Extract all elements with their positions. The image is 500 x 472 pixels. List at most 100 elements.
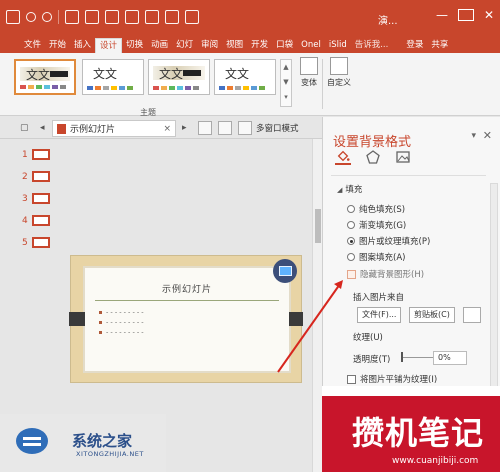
add-tab-icon[interactable] (198, 121, 212, 135)
quick-access-toolbar (6, 10, 199, 24)
pane-close-icon[interactable]: ✕ (483, 129, 492, 142)
tab-file[interactable]: 文件 (20, 38, 45, 53)
slide-number: 5 (22, 237, 28, 248)
pane-category-icons (335, 149, 411, 165)
pptx-file-icon (57, 123, 66, 134)
settings-icon[interactable] (218, 121, 232, 135)
tab-home[interactable]: 开始 (45, 38, 70, 53)
redo-icon[interactable] (42, 12, 52, 22)
close-tab-icon[interactable]: × (163, 124, 171, 134)
tab-animations[interactable]: 动画 (147, 38, 172, 53)
current-slide[interactable]: 示例幻灯片 - - - - - - - - - - - - - - - - - … (69, 255, 303, 383)
radio-circle-selected (347, 237, 355, 245)
theme-thumbnail[interactable]: 文文 (14, 59, 76, 95)
tab-onekey[interactable]: Onel (297, 38, 325, 53)
slide-content: 示例幻灯片 - - - - - - - - - - - - - - - - - … (83, 266, 291, 373)
document-tab-title: 示例幻灯片 (70, 125, 116, 135)
slide-number: 3 (22, 193, 28, 204)
theme-label: 文文 (93, 67, 118, 81)
fill-section-label: 填充 (345, 185, 363, 195)
title-bar: 演... — ✕ (0, 0, 500, 36)
slide-thumbnail[interactable]: 1 (22, 149, 50, 160)
document-tab[interactable]: 示例幻灯片 × (52, 120, 176, 137)
pentagon-effects-icon[interactable] (365, 149, 381, 165)
gradient-fill-radio[interactable]: 渐变填充(G) (347, 219, 406, 231)
slide-preview (32, 171, 50, 182)
slideshow-icon[interactable] (65, 10, 79, 24)
editor-scrollbar[interactable] (312, 139, 322, 472)
undo-icon[interactable] (26, 12, 36, 22)
solid-fill-radio[interactable]: 纯色填充(S) (347, 203, 405, 215)
slide-title[interactable]: 示例幻灯片 (85, 282, 289, 295)
gear-icon[interactable] (238, 121, 252, 135)
format-icon[interactable] (125, 10, 139, 24)
tab-developer[interactable]: 开发 (247, 38, 272, 53)
theme-label: 文文 (225, 67, 250, 81)
nav-left-icon[interactable]: ▢ (20, 123, 29, 133)
arrange-icon[interactable] (165, 10, 179, 24)
chevron-right-icon[interactable]: ▸ (182, 123, 187, 133)
slide-number: 2 (22, 171, 28, 182)
brush-accent (183, 70, 201, 76)
tell-me-search[interactable]: 告诉我... (351, 38, 393, 53)
theme-thumbnail[interactable]: 文文 (214, 59, 276, 95)
pattern-fill-radio[interactable]: 图案填充(A) (347, 251, 405, 263)
slide-thumbnail[interactable]: 4 (22, 215, 50, 226)
picture-icon[interactable] (395, 149, 411, 165)
transparency-input[interactable]: 0% (433, 351, 467, 365)
hide-background-graphics-checkbox[interactable]: 隐藏背景图形(H) (347, 268, 424, 280)
paint-bucket-icon[interactable] (335, 149, 351, 165)
tab-transitions[interactable]: 切换 (122, 38, 147, 53)
theme-gallery-scroll[interactable]: ▲ ▼ ▾ (280, 59, 292, 107)
pattern-fill-label: 图案填充(A) (359, 253, 406, 263)
slide-thumbnail[interactable]: 5 (22, 237, 50, 248)
customize-button[interactable]: 自定义 (326, 57, 352, 88)
variants-button[interactable]: 变体 (296, 57, 322, 88)
close-window-icon[interactable]: ✕ (484, 8, 494, 22)
slide-thumbnail[interactable]: 2 (22, 171, 50, 182)
tab-islide[interactable]: iSlid (325, 38, 351, 53)
picture-fill-radio[interactable]: 图片或纹理填充(P) (347, 235, 430, 247)
align-icon[interactable] (185, 10, 199, 24)
tab-pocket[interactable]: 口袋 (272, 38, 297, 53)
radio-circle (347, 205, 355, 213)
multi-window-mode[interactable]: 多窗口模式 (256, 122, 299, 134)
tab-review[interactable]: 审阅 (197, 38, 222, 53)
tile-as-texture-checkbox[interactable]: 将图片平铺为纹理(I) (347, 373, 437, 385)
collapse-triangle-icon: ◢ (337, 186, 343, 194)
theme-colors (87, 86, 133, 90)
fill-section-header[interactable]: ◢ 填充 (337, 183, 362, 195)
slide-thumbnail[interactable]: 3 (22, 193, 50, 204)
slider-thumb[interactable] (401, 352, 403, 362)
tab-insert[interactable]: 插入 (70, 38, 95, 53)
tab-design[interactable]: 设计 (95, 38, 123, 53)
solid-fill-label: 纯色填充(S) (359, 205, 406, 215)
shapes-icon[interactable] (145, 10, 159, 24)
share-button[interactable]: 共享 (427, 38, 452, 53)
save-icon[interactable] (6, 10, 20, 24)
binder-clip-left (69, 312, 85, 326)
clipboard-button[interactable]: 剪贴板(C) (409, 307, 455, 323)
online-picture-button[interactable] (463, 307, 481, 323)
scrollbar-thumb[interactable] (315, 209, 321, 243)
file-button[interactable]: 文件(F)... (357, 307, 402, 323)
maximize-icon[interactable] (457, 9, 474, 21)
radio-circle (347, 221, 355, 229)
login-link[interactable]: 登录 (402, 38, 427, 53)
minimize-icon[interactable]: — (436, 8, 448, 22)
chevron-left-icon[interactable]: ◂ (40, 123, 45, 133)
watermark-left-site: XITONGZHIJIA.NET (76, 450, 144, 458)
pane-options-icon[interactable]: ▾ (471, 131, 476, 141)
tab-view[interactable]: 视图 (222, 38, 247, 53)
new-slide-icon[interactable] (85, 10, 99, 24)
hide-background-graphics-label: 隐藏背景图形(H) (360, 270, 425, 280)
brush-accent (50, 71, 68, 77)
radio-circle (347, 253, 355, 261)
variants-icon (300, 57, 318, 75)
theme-thumbnail[interactable]: 文文 (148, 59, 210, 95)
paste-icon[interactable] (105, 10, 119, 24)
theme-colors (219, 86, 265, 90)
theme-thumbnail[interactable]: 文文 (82, 59, 144, 95)
tab-slideshow[interactable]: 幻灯 (172, 38, 197, 53)
pane-separator (331, 175, 486, 176)
